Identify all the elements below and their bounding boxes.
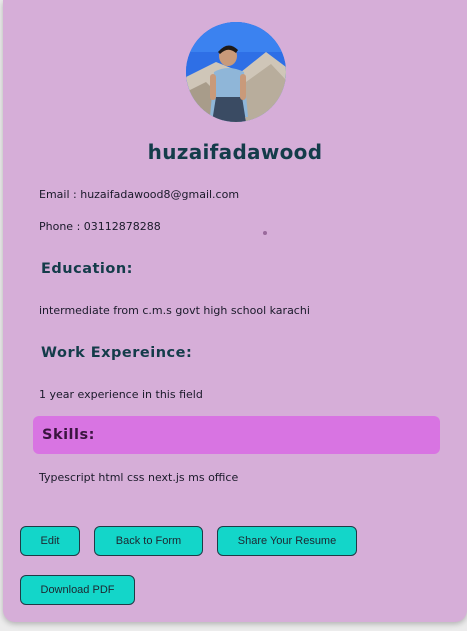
share-resume-button[interactable]: Share Your Resume — [217, 526, 357, 556]
profile-name: huzaifadawood — [147, 140, 323, 164]
education-heading: Education: — [41, 261, 133, 277]
resume-card: huzaifadawood Email : huzaifadawood8@gma… — [3, 0, 467, 622]
skills-header-bar: Skills: — [33, 416, 440, 454]
work-experience-text: 1 year experience in this field — [39, 388, 203, 401]
profile-avatar — [186, 22, 286, 122]
download-pdf-button[interactable]: Download PDF — [20, 575, 135, 605]
email-text: Email : huzaifadawood8@gmail.com — [39, 188, 240, 201]
edit-button[interactable]: Edit — [20, 526, 80, 556]
avatar-image — [186, 22, 286, 122]
decorative-dot — [263, 231, 267, 235]
skills-text: Typescript html css next.js ms office — [39, 471, 239, 484]
back-to-form-button[interactable]: Back to Form — [94, 526, 203, 556]
education-text: intermediate from c.m.s govt high school… — [39, 304, 310, 317]
phone-text: Phone : 03112878288 — [39, 220, 161, 233]
work-experience-heading: Work Expereince: — [41, 345, 193, 361]
skills-heading: Skills: — [42, 427, 95, 443]
